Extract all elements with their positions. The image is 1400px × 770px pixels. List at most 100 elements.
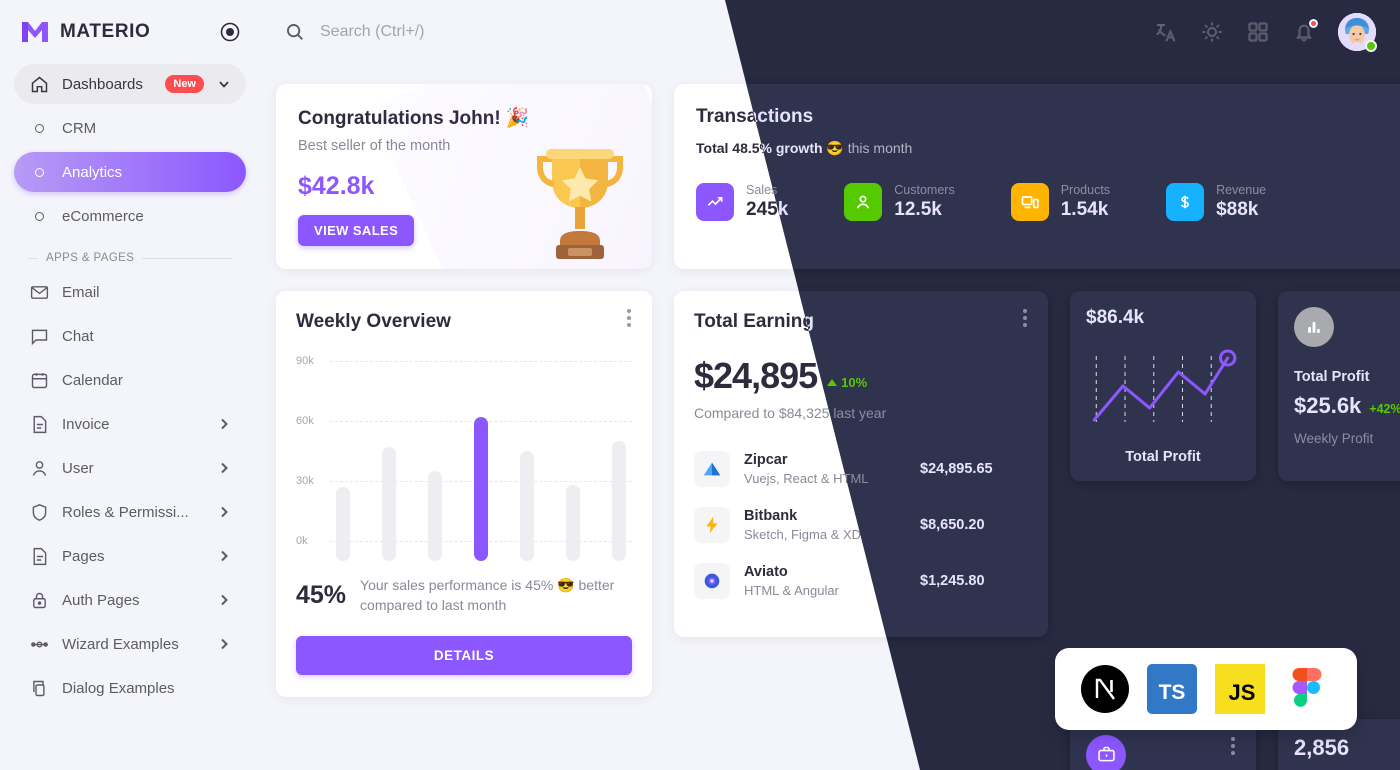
kebab-menu-icon[interactable] [1016,309,1034,327]
transactions-stats: Sales 245k Customers 12.5k [725,183,1400,221]
bar [520,451,534,561]
devices-icon [1010,183,1049,221]
sun-icon[interactable] [1200,20,1224,44]
sidebar-item-label: Auth Pages [62,591,140,609]
bell-icon[interactable] [1292,19,1318,44]
stat-value: 1.54k [1060,199,1109,220]
sidebar-item-label: Calendar [62,371,123,389]
sidebar-item-label: Roles & Permissi... [62,503,189,521]
bitbank-logo-icon [694,507,730,543]
svg-text:TS: TS [1159,681,1186,704]
y-tick-label: 0k [296,535,308,547]
circle-outline-icon [28,205,50,227]
sidebar-item-auth-pages[interactable]: Auth Pages [14,580,246,620]
sidebar-item-chat[interactable]: Chat [14,316,246,356]
dollar-icon [1166,183,1205,221]
javascript-logo-icon: JS [1214,664,1265,714]
svg-text:JS: JS [1228,680,1255,705]
earning-amount-block: $24,895.65 [920,461,1028,477]
zipcar-logo-icon [694,451,730,487]
home-icon [28,73,50,95]
avatar[interactable] [1338,13,1377,52]
performance-row: 45% Your sales performance is 45% 😎 bett… [296,575,632,616]
sidebar-item-user[interactable]: User [14,448,246,488]
transactions-period: this month [843,140,913,156]
chat-icon [28,325,50,347]
kebab-menu-icon[interactable] [620,309,638,327]
pin-circle-icon[interactable] [220,22,240,42]
weekly-profit-delta: +42% [1369,402,1400,416]
y-tick-label: 90k [296,355,314,367]
sidebar-item-label: Chat [62,327,94,345]
y-tick-label: 60k [296,415,314,427]
transactions-subtitle: Total 48.5% growth 😎 this month [725,140,1400,157]
stat-label: Revenue [1216,183,1267,197]
stat-products: Products 1.54k [1010,183,1110,221]
bar-highlighted [474,417,488,561]
chevron-down-icon [216,76,232,92]
weekly-overview-title: Weekly Overview [296,311,451,332]
total-profit-value: $86.4k [1086,307,1145,328]
sidebar-item-ecommerce[interactable]: eCommerce [14,196,246,236]
search-input[interactable]: Search (Ctrl+/) [320,23,424,41]
company-tech: Sketch, Figma & XD [744,527,862,542]
view-sales-button[interactable]: VIEW SALES [298,215,415,246]
divider-line [28,257,38,259]
delta-value: 10% [841,375,868,390]
bar-chart-icon [1294,307,1334,347]
sidebar-item-calendar[interactable]: Calendar [14,360,246,400]
earning-money: $24,895.65 [920,461,993,477]
performance-text: Your sales performance is 45% 😎 better c… [360,577,615,614]
chevron-right-icon [216,548,232,564]
tech-stack-badge: TS JS [1055,648,1357,730]
circle-outline-icon [28,117,50,139]
sidebar-item-analytics[interactable]: Analytics [14,152,246,192]
topbar: Search (Ctrl+/) [260,0,1400,64]
total-earning-delta: 10% [827,375,867,397]
sidebar-item-label: Invoice [62,415,110,433]
sidebar-item-wizard-examples[interactable]: Wizard Examples [14,624,246,664]
sidebar-item-dialog-examples[interactable]: Dialog Examples [14,668,246,708]
chevron-right-icon [216,416,232,432]
typescript-logo-icon: TS [1147,664,1198,714]
grid-apps-icon[interactable] [1246,20,1270,44]
earning-money: $8,650.20 [920,517,985,533]
chevron-right-icon [216,460,232,476]
weekly-profit-value: $25.6k [1294,393,1362,418]
sidebar-item-label: Dialog Examples [62,679,175,697]
kebab-menu-icon[interactable] [1224,736,1242,755]
sidebar-item-roles-permissions[interactable]: Roles & Permissi... [14,492,246,532]
weekly-profit-card: Total Profit $25.6k +42% Weekly Profit [1278,291,1400,481]
sidebar-item-dashboards[interactable]: Dashboards New [14,64,246,104]
brand-name: MATERIO [60,21,151,42]
details-button[interactable]: DETAILS [296,635,632,675]
translate-icon[interactable] [1154,20,1178,44]
sidebar-item-invoice[interactable]: Invoice [14,404,246,444]
sidebar-item-pages[interactable]: Pages [14,536,246,576]
new-badge: New [165,75,204,93]
bar-series [336,383,626,561]
weekly-profit-title: Total Profit [1294,369,1370,385]
weekly-profit-subtitle: Weekly Profit [1294,431,1374,446]
company-tech: HTML & Angular [744,583,839,598]
search-bar[interactable]: Search (Ctrl+/) [284,21,1140,43]
online-status-indicator [1365,40,1377,52]
trending-up-icon [696,183,734,221]
sidebar-item-label: Dashboards [62,75,143,93]
chevron-right-icon [216,504,232,520]
search-icon [284,21,306,43]
sessions-value: 2,856 [1294,734,1350,760]
sidebar-item-email[interactable]: Email [14,272,246,312]
bar [336,487,350,561]
triangle-up-icon [827,379,838,386]
sidebar-section-apps-pages: APPS & PAGES [14,252,246,264]
bar [566,485,580,561]
sidebar-item-crm[interactable]: CRM [14,108,246,148]
copy-icon [28,677,50,699]
lock-icon [28,589,50,611]
transactions-title: Transactions [696,106,814,127]
materio-logo-icon [20,20,50,44]
sidebar-item-label: Pages [62,547,105,565]
sidebar-item-label: CRM [62,119,97,137]
total-profit-sparkline [1086,344,1240,434]
